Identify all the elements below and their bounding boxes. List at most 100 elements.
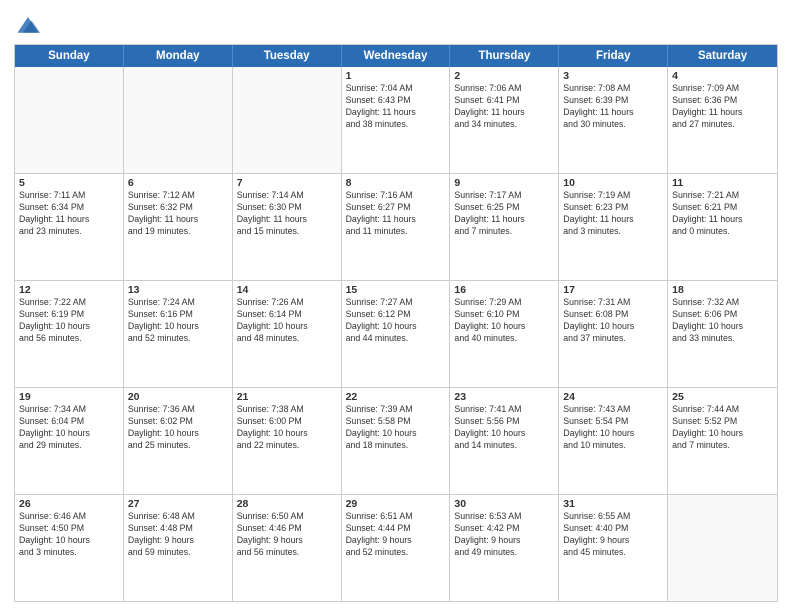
cal-day-6: 6Sunrise: 7:12 AM Sunset: 6:32 PM Daylig… xyxy=(124,174,233,280)
cal-day-30: 30Sunrise: 6:53 AM Sunset: 4:42 PM Dayli… xyxy=(450,495,559,601)
cell-info: Sunrise: 7:08 AM Sunset: 6:39 PM Dayligh… xyxy=(563,83,663,131)
day-number: 4 xyxy=(672,70,773,82)
cell-info: Sunrise: 7:27 AM Sunset: 6:12 PM Dayligh… xyxy=(346,297,446,345)
cell-info: Sunrise: 7:06 AM Sunset: 6:41 PM Dayligh… xyxy=(454,83,554,131)
day-number: 14 xyxy=(237,284,337,296)
day-number: 24 xyxy=(563,391,663,403)
cell-info: Sunrise: 7:38 AM Sunset: 6:00 PM Dayligh… xyxy=(237,404,337,452)
cell-info: Sunrise: 7:39 AM Sunset: 5:58 PM Dayligh… xyxy=(346,404,446,452)
day-number: 25 xyxy=(672,391,773,403)
cell-info: Sunrise: 6:46 AM Sunset: 4:50 PM Dayligh… xyxy=(19,511,119,559)
cal-day-25: 25Sunrise: 7:44 AM Sunset: 5:52 PM Dayli… xyxy=(668,388,777,494)
cal-day-20: 20Sunrise: 7:36 AM Sunset: 6:02 PM Dayli… xyxy=(124,388,233,494)
day-number: 8 xyxy=(346,177,446,189)
cal-day-21: 21Sunrise: 7:38 AM Sunset: 6:00 PM Dayli… xyxy=(233,388,342,494)
day-number: 26 xyxy=(19,498,119,510)
day-number: 12 xyxy=(19,284,119,296)
cal-week-5: 26Sunrise: 6:46 AM Sunset: 4:50 PM Dayli… xyxy=(15,495,777,601)
cal-header-monday: Monday xyxy=(124,45,233,67)
calendar-header-row: SundayMondayTuesdayWednesdayThursdayFrid… xyxy=(15,45,777,67)
cal-day-1: 1Sunrise: 7:04 AM Sunset: 6:43 PM Daylig… xyxy=(342,67,451,173)
calendar: SundayMondayTuesdayWednesdayThursdayFrid… xyxy=(14,44,778,602)
cell-info: Sunrise: 7:34 AM Sunset: 6:04 PM Dayligh… xyxy=(19,404,119,452)
cell-info: Sunrise: 7:31 AM Sunset: 6:08 PM Dayligh… xyxy=(563,297,663,345)
day-number: 7 xyxy=(237,177,337,189)
cell-info: Sunrise: 6:51 AM Sunset: 4:44 PM Dayligh… xyxy=(346,511,446,559)
cal-day-17: 17Sunrise: 7:31 AM Sunset: 6:08 PM Dayli… xyxy=(559,281,668,387)
cal-day-22: 22Sunrise: 7:39 AM Sunset: 5:58 PM Dayli… xyxy=(342,388,451,494)
cell-info: Sunrise: 7:12 AM Sunset: 6:32 PM Dayligh… xyxy=(128,190,228,238)
cal-empty-cell xyxy=(668,495,777,601)
cal-day-11: 11Sunrise: 7:21 AM Sunset: 6:21 PM Dayli… xyxy=(668,174,777,280)
day-number: 13 xyxy=(128,284,228,296)
cal-day-28: 28Sunrise: 6:50 AM Sunset: 4:46 PM Dayli… xyxy=(233,495,342,601)
cell-info: Sunrise: 7:41 AM Sunset: 5:56 PM Dayligh… xyxy=(454,404,554,452)
cell-info: Sunrise: 7:43 AM Sunset: 5:54 PM Dayligh… xyxy=(563,404,663,452)
day-number: 10 xyxy=(563,177,663,189)
cal-empty-cell xyxy=(233,67,342,173)
day-number: 28 xyxy=(237,498,337,510)
day-number: 29 xyxy=(346,498,446,510)
day-number: 6 xyxy=(128,177,228,189)
cell-info: Sunrise: 6:48 AM Sunset: 4:48 PM Dayligh… xyxy=(128,511,228,559)
cell-info: Sunrise: 7:14 AM Sunset: 6:30 PM Dayligh… xyxy=(237,190,337,238)
cal-day-16: 16Sunrise: 7:29 AM Sunset: 6:10 PM Dayli… xyxy=(450,281,559,387)
day-number: 5 xyxy=(19,177,119,189)
cell-info: Sunrise: 7:17 AM Sunset: 6:25 PM Dayligh… xyxy=(454,190,554,238)
cal-day-15: 15Sunrise: 7:27 AM Sunset: 6:12 PM Dayli… xyxy=(342,281,451,387)
cal-day-19: 19Sunrise: 7:34 AM Sunset: 6:04 PM Dayli… xyxy=(15,388,124,494)
calendar-body: 1Sunrise: 7:04 AM Sunset: 6:43 PM Daylig… xyxy=(15,67,777,601)
cal-day-27: 27Sunrise: 6:48 AM Sunset: 4:48 PM Dayli… xyxy=(124,495,233,601)
cell-info: Sunrise: 6:50 AM Sunset: 4:46 PM Dayligh… xyxy=(237,511,337,559)
day-number: 23 xyxy=(454,391,554,403)
cal-day-23: 23Sunrise: 7:41 AM Sunset: 5:56 PM Dayli… xyxy=(450,388,559,494)
header xyxy=(14,10,778,38)
day-number: 9 xyxy=(454,177,554,189)
cell-info: Sunrise: 7:11 AM Sunset: 6:34 PM Dayligh… xyxy=(19,190,119,238)
cal-day-5: 5Sunrise: 7:11 AM Sunset: 6:34 PM Daylig… xyxy=(15,174,124,280)
cell-info: Sunrise: 7:32 AM Sunset: 6:06 PM Dayligh… xyxy=(672,297,773,345)
cal-day-4: 4Sunrise: 7:09 AM Sunset: 6:36 PM Daylig… xyxy=(668,67,777,173)
cal-day-2: 2Sunrise: 7:06 AM Sunset: 6:41 PM Daylig… xyxy=(450,67,559,173)
page: SundayMondayTuesdayWednesdayThursdayFrid… xyxy=(0,0,792,612)
cell-info: Sunrise: 7:26 AM Sunset: 6:14 PM Dayligh… xyxy=(237,297,337,345)
cal-header-friday: Friday xyxy=(559,45,668,67)
day-number: 27 xyxy=(128,498,228,510)
day-number: 2 xyxy=(454,70,554,82)
cal-header-tuesday: Tuesday xyxy=(233,45,342,67)
cell-info: Sunrise: 7:22 AM Sunset: 6:19 PM Dayligh… xyxy=(19,297,119,345)
cal-header-wednesday: Wednesday xyxy=(342,45,451,67)
day-number: 16 xyxy=(454,284,554,296)
cal-day-24: 24Sunrise: 7:43 AM Sunset: 5:54 PM Dayli… xyxy=(559,388,668,494)
cal-header-saturday: Saturday xyxy=(668,45,777,67)
cell-info: Sunrise: 7:04 AM Sunset: 6:43 PM Dayligh… xyxy=(346,83,446,131)
day-number: 1 xyxy=(346,70,446,82)
logo xyxy=(14,10,46,38)
day-number: 17 xyxy=(563,284,663,296)
cal-day-3: 3Sunrise: 7:08 AM Sunset: 6:39 PM Daylig… xyxy=(559,67,668,173)
cell-info: Sunrise: 7:24 AM Sunset: 6:16 PM Dayligh… xyxy=(128,297,228,345)
cal-week-3: 12Sunrise: 7:22 AM Sunset: 6:19 PM Dayli… xyxy=(15,281,777,388)
cell-info: Sunrise: 7:29 AM Sunset: 6:10 PM Dayligh… xyxy=(454,297,554,345)
day-number: 18 xyxy=(672,284,773,296)
cal-day-31: 31Sunrise: 6:55 AM Sunset: 4:40 PM Dayli… xyxy=(559,495,668,601)
cal-day-29: 29Sunrise: 6:51 AM Sunset: 4:44 PM Dayli… xyxy=(342,495,451,601)
day-number: 20 xyxy=(128,391,228,403)
day-number: 21 xyxy=(237,391,337,403)
cal-empty-cell xyxy=(15,67,124,173)
cal-header-sunday: Sunday xyxy=(15,45,124,67)
cal-day-13: 13Sunrise: 7:24 AM Sunset: 6:16 PM Dayli… xyxy=(124,281,233,387)
logo-icon xyxy=(14,10,42,38)
cal-day-12: 12Sunrise: 7:22 AM Sunset: 6:19 PM Dayli… xyxy=(15,281,124,387)
cell-info: Sunrise: 7:44 AM Sunset: 5:52 PM Dayligh… xyxy=(672,404,773,452)
day-number: 15 xyxy=(346,284,446,296)
cal-day-18: 18Sunrise: 7:32 AM Sunset: 6:06 PM Dayli… xyxy=(668,281,777,387)
cal-week-4: 19Sunrise: 7:34 AM Sunset: 6:04 PM Dayli… xyxy=(15,388,777,495)
cell-info: Sunrise: 7:19 AM Sunset: 6:23 PM Dayligh… xyxy=(563,190,663,238)
cal-day-10: 10Sunrise: 7:19 AM Sunset: 6:23 PM Dayli… xyxy=(559,174,668,280)
cell-info: Sunrise: 7:16 AM Sunset: 6:27 PM Dayligh… xyxy=(346,190,446,238)
cal-header-thursday: Thursday xyxy=(450,45,559,67)
cal-week-1: 1Sunrise: 7:04 AM Sunset: 6:43 PM Daylig… xyxy=(15,67,777,174)
cal-week-2: 5Sunrise: 7:11 AM Sunset: 6:34 PM Daylig… xyxy=(15,174,777,281)
day-number: 3 xyxy=(563,70,663,82)
